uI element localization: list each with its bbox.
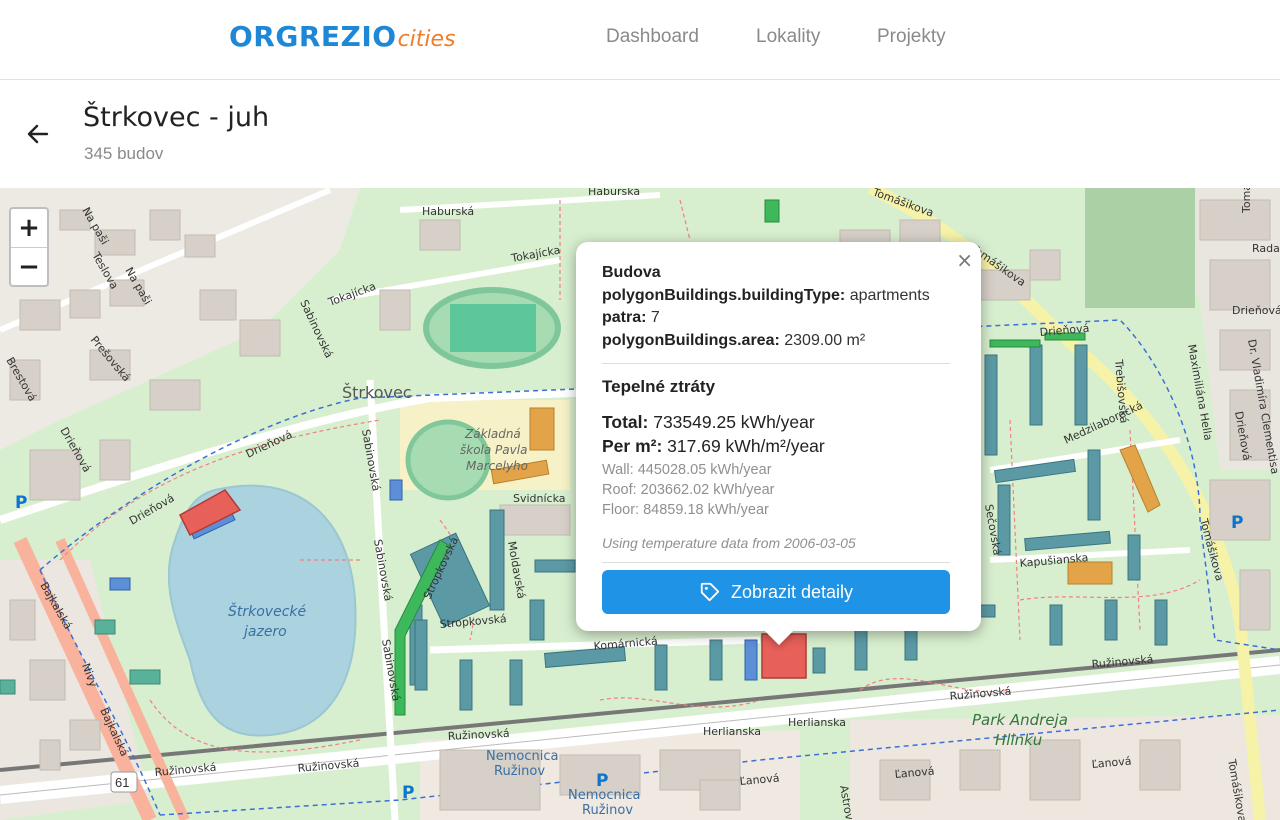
- tag-icon: [700, 582, 720, 602]
- svg-text:Marcelyho: Marcelyho: [466, 459, 528, 473]
- svg-text:Ružinov: Ružinov: [494, 764, 545, 779]
- floor-loss: Floor: 84859.18 kWh/year: [602, 502, 769, 518]
- svg-text:Tomášikova: Tomášikova: [1240, 188, 1253, 214]
- area-value: 2309.00 m²: [784, 331, 866, 349]
- floors-row: patra: 7: [602, 307, 950, 330]
- area-row: polygonBuildings.area: 2309.00 m²: [602, 330, 950, 353]
- nav-projekty[interactable]: Projekty: [877, 26, 946, 48]
- show-details-button[interactable]: Zobrazit detaily: [602, 570, 950, 614]
- floors-label: patra:: [602, 309, 647, 326]
- nav-lokality[interactable]: Lokality: [756, 26, 820, 48]
- svg-text:Haburská: Haburská: [422, 205, 474, 218]
- svg-text:P: P: [1231, 513, 1243, 533]
- per-m2-label: Per m²:: [602, 436, 663, 456]
- divider: [602, 363, 950, 364]
- building-count: 345 budov: [84, 144, 164, 163]
- forest-area: [1085, 188, 1195, 308]
- selected-building[interactable]: [761, 633, 807, 679]
- zoom-control: + −: [9, 207, 49, 287]
- wall-loss: Wall: 445028.05 kWh/year: [602, 462, 772, 478]
- svg-text:Radarová: Radarová: [1252, 242, 1280, 255]
- svg-text:škola Pavla: škola Pavla: [460, 443, 527, 457]
- svg-text:Štrkovecké: Štrkovecké: [228, 602, 307, 620]
- page-title: Štrkovec - juh: [83, 102, 270, 133]
- svg-text:Štrkovec: Štrkovec: [342, 383, 412, 402]
- top-navigation-bar: ORGREZIO cities Dashboard Lokality Proje…: [0, 0, 1280, 80]
- brand-name-main: ORGREZIO: [229, 20, 397, 53]
- svg-text:Základná: Základná: [464, 427, 521, 441]
- floors-value: 7: [650, 309, 660, 326]
- heat-loss-title: Tepelné ztráty: [602, 377, 716, 396]
- total-loss-row: Total: 733549.25 kWh/year: [602, 410, 950, 434]
- svg-text:P: P: [15, 493, 27, 513]
- back-button[interactable]: [22, 118, 54, 150]
- per-m2-loss-row: Per m²: 317.69 kWh/m²/year: [602, 434, 950, 458]
- popup-heading: Budova: [602, 264, 661, 281]
- svg-text:Herlianska: Herlianska: [788, 716, 846, 729]
- road-number: 61: [115, 775, 129, 790]
- per-m2-value: 317.69 kWh/m²/year: [667, 436, 825, 456]
- zoom-out-button[interactable]: −: [11, 247, 47, 285]
- temperature-note: Using temperature data from 2006-03-05: [602, 535, 856, 551]
- svg-text:P: P: [402, 783, 414, 803]
- svg-text:jazero: jazero: [242, 624, 287, 640]
- area-label: polygonBuildings.area:: [602, 331, 780, 349]
- zoom-in-button[interactable]: +: [11, 209, 47, 247]
- arrow-left-icon: [27, 124, 49, 144]
- building-type-value: apartments: [849, 286, 930, 304]
- total-loss-label: Total:: [602, 412, 649, 432]
- roof-loss: Roof: 203662.02 kWh/year: [602, 482, 775, 498]
- svg-text:Park Andreja: Park Andreja: [972, 711, 1068, 729]
- total-loss-value: 733549.25 kWh/year: [653, 412, 815, 432]
- building-type-label: polygonBuildings.buildingType:: [602, 286, 846, 304]
- stadium-pitch: [450, 304, 536, 352]
- svg-text:Nemocnica: Nemocnica: [486, 749, 558, 764]
- close-icon[interactable]: ×: [956, 248, 973, 272]
- svg-text:Haburská: Haburská: [588, 188, 640, 198]
- svg-text:Drieňová: Drieňová: [1232, 304, 1280, 317]
- brand-name-sub: cities: [397, 27, 456, 52]
- svg-text:Nemocnica: Nemocnica: [568, 788, 640, 803]
- building-popup: × Budova polygonBuildings.buildingType: …: [576, 242, 981, 646]
- svg-text:Herlianska: Herlianska: [703, 725, 761, 738]
- svg-text:Hlinku: Hlinku: [995, 731, 1042, 749]
- show-details-label: Zobrazit detaily: [730, 581, 854, 602]
- nav-dashboard[interactable]: Dashboard: [606, 26, 699, 48]
- svg-text:Ružinov: Ružinov: [582, 803, 633, 818]
- brand-logo[interactable]: ORGREZIO cities: [229, 20, 456, 56]
- divider: [602, 562, 950, 563]
- svg-text:Svidnícka: Svidnícka: [513, 492, 566, 505]
- page-header: Štrkovec - juh 345 budov: [0, 80, 1280, 188]
- building-type-row: polygonBuildings.buildingType: apartment…: [602, 285, 950, 308]
